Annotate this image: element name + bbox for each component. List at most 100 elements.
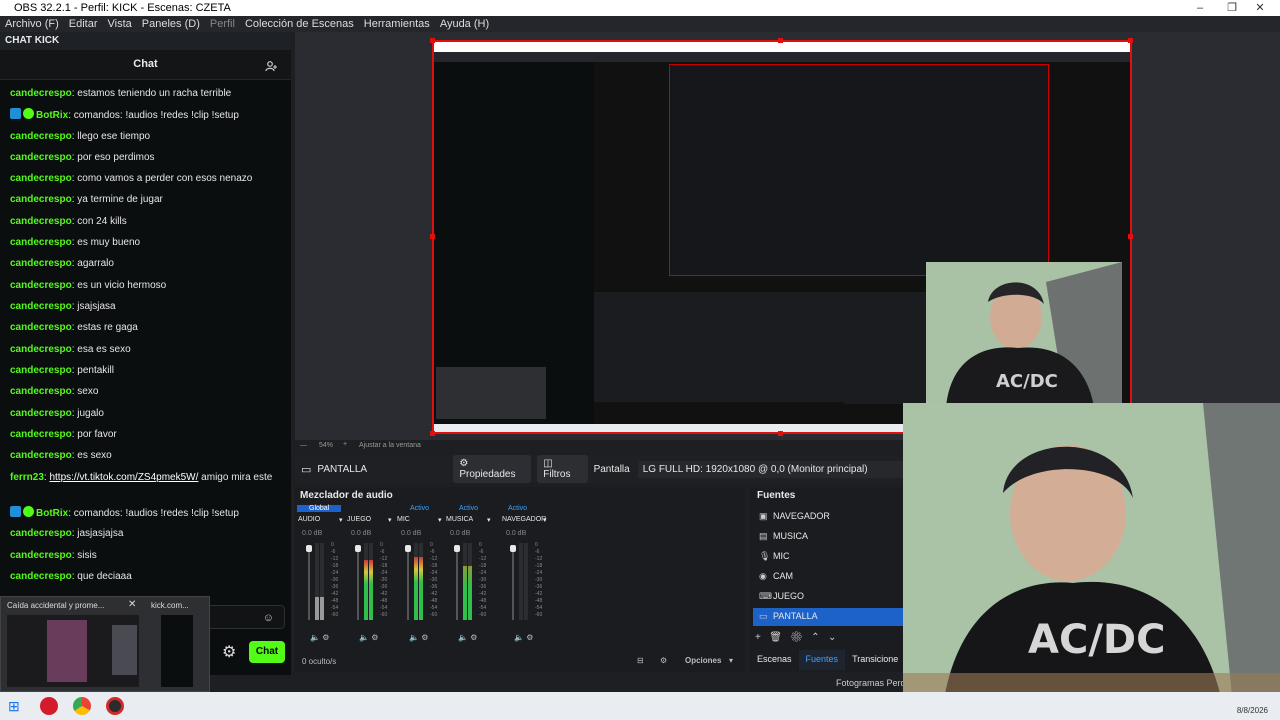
speaker-icon[interactable]: 🔈 xyxy=(359,633,369,642)
zoom-out-icon[interactable]: — xyxy=(300,442,307,449)
channel-name[interactable]: NAVEGADOR xyxy=(502,516,547,523)
source-item[interactable]: ⌨JUEGO xyxy=(753,588,903,606)
add-icon[interactable]: + xyxy=(755,632,761,643)
menu-ayuda[interactable]: Ayuda (H) xyxy=(435,18,494,30)
media-player-icon[interactable] xyxy=(40,697,58,715)
chat-username[interactable]: candecrespo xyxy=(10,386,72,397)
resize-handle[interactable] xyxy=(1128,234,1133,239)
chat-username[interactable]: candecrespo xyxy=(10,194,72,205)
mixer-tab-active[interactable]: Activo xyxy=(508,505,527,512)
chat-username[interactable]: candecrespo xyxy=(10,173,72,184)
volume-slider-track[interactable] xyxy=(512,545,514,620)
kick-tab-title[interactable]: kick.com... xyxy=(151,601,189,610)
source-item[interactable]: 🎙 MIC xyxy=(753,548,903,566)
users-icon[interactable] xyxy=(265,60,277,72)
chat-username[interactable]: candecrespo xyxy=(10,88,72,99)
speaker-icon[interactable]: 🔈 xyxy=(458,633,468,642)
volume-slider-knob[interactable] xyxy=(405,545,411,552)
channel-name[interactable]: MUSICA xyxy=(446,516,491,523)
resize-handle[interactable] xyxy=(430,431,435,436)
chat-username[interactable]: candecrespo xyxy=(10,258,72,269)
browser-tab-title[interactable]: Caída accidental y prome... xyxy=(7,601,142,610)
channel-name[interactable]: JUEGO xyxy=(347,516,392,523)
chat-link[interactable]: https://vt.tiktok.com/ZS4pmek5W/ xyxy=(49,472,198,483)
resize-handle[interactable] xyxy=(1128,38,1133,43)
close-button[interactable]: ✕ xyxy=(1240,0,1280,16)
mixer-tab-active[interactable]: Activo xyxy=(459,505,478,512)
speaker-icon[interactable]: 🔈 xyxy=(514,633,524,642)
tab-transiciones[interactable]: Transicione xyxy=(845,650,905,670)
chat-settings-gear-icon[interactable]: ⚙ xyxy=(222,642,236,662)
chat-message-list[interactable]: candecrespo: estamos teniendo un racha t… xyxy=(0,86,291,626)
volume-slider-track[interactable] xyxy=(407,545,409,620)
chat-username[interactable]: candecrespo xyxy=(10,550,72,561)
advanced-audio-icon[interactable]: ⚙ xyxy=(660,656,667,665)
kick-thumbnail[interactable] xyxy=(161,615,193,687)
volume-slider-knob[interactable] xyxy=(454,545,460,552)
gear-icon[interactable]: ⚙ xyxy=(790,632,803,643)
properties-button[interactable]: ⚙ Propiedades xyxy=(453,455,532,483)
chrome-icon[interactable] xyxy=(73,697,91,715)
chat-username[interactable]: ferrn23 xyxy=(10,472,44,483)
fit-window-button[interactable]: Ajustar a la ventana xyxy=(359,442,421,449)
windows-start-icon[interactable]: ⊞ xyxy=(8,697,26,715)
chat-username[interactable]: BotRix xyxy=(36,110,68,121)
browser-thumbnail[interactable] xyxy=(7,615,139,687)
chevron-down-icon[interactable]: ▾ xyxy=(339,516,343,524)
resize-handle[interactable] xyxy=(430,38,435,43)
chat-username[interactable]: candecrespo xyxy=(10,528,72,539)
chat-username[interactable]: candecrespo xyxy=(10,408,72,419)
menu-herramientas[interactable]: Herramientas xyxy=(359,18,435,30)
speaker-icon[interactable]: 🔈 xyxy=(409,633,419,642)
chat-username[interactable]: BotRix xyxy=(36,508,68,519)
zoom-in-icon[interactable]: + xyxy=(343,441,347,448)
volume-slider-knob[interactable] xyxy=(510,545,516,552)
channel-settings-icon[interactable]: ⚙ xyxy=(526,633,533,642)
resize-handle[interactable] xyxy=(778,431,783,436)
channel-settings-icon[interactable]: ⚙ xyxy=(322,633,329,642)
move-down-icon[interactable]: ⌄ xyxy=(828,632,836,643)
chat-username[interactable]: candecrespo xyxy=(10,301,72,312)
chat-username[interactable]: candecrespo xyxy=(10,322,72,333)
tab-escenas[interactable]: Escenas xyxy=(750,650,799,670)
menu-vista[interactable]: Vista xyxy=(103,18,137,30)
channel-settings-icon[interactable]: ⚙ xyxy=(470,633,477,642)
chat-username[interactable]: candecrespo xyxy=(10,280,72,291)
speaker-icon[interactable]: 🔈 xyxy=(310,633,320,642)
taskbar-thumbnail-popup[interactable]: Caída accidental y prome... ✕ kick.com..… xyxy=(0,596,210,692)
chat-username[interactable]: candecrespo xyxy=(10,344,72,355)
resize-handle[interactable] xyxy=(430,234,435,239)
chat-send-button[interactable]: Chat xyxy=(249,641,285,663)
chevron-down-icon[interactable]: ▾ xyxy=(543,516,547,524)
menu-perfil[interactable]: Perfil xyxy=(205,18,240,30)
source-item[interactable]: ▭ PANTALLA xyxy=(753,608,903,626)
chat-username[interactable]: candecrespo xyxy=(10,216,72,227)
chat-username[interactable]: candecrespo xyxy=(10,365,72,376)
menu-paneles[interactable]: Paneles (D) xyxy=(137,18,205,30)
volume-slider-track[interactable] xyxy=(357,545,359,620)
source-item[interactable]: ▣ NAVEGADOR xyxy=(753,508,903,526)
chat-username[interactable]: candecrespo xyxy=(10,571,72,582)
emoji-icon[interactable]: ☺ xyxy=(263,612,274,624)
menu-coleccion[interactable]: Colección de Escenas xyxy=(240,18,359,30)
chat-username[interactable]: candecrespo xyxy=(10,429,72,440)
menu-archivo[interactable]: Archivo (F) xyxy=(0,18,64,30)
tab-fuentes[interactable]: Fuentes xyxy=(798,650,846,670)
chevron-down-icon[interactable]: ▾ xyxy=(729,656,733,665)
volume-slider-track[interactable] xyxy=(308,545,310,620)
channel-name[interactable]: MIC xyxy=(397,516,442,523)
chat-username[interactable]: candecrespo xyxy=(10,450,72,461)
chat-username[interactable]: candecrespo xyxy=(10,152,72,163)
mixer-tab-global[interactable]: Global xyxy=(297,505,342,512)
volume-slider-knob[interactable] xyxy=(355,545,361,552)
source-item[interactable]: ▤ MUSICA xyxy=(753,528,903,546)
source-item[interactable]: ◉ CAM xyxy=(753,568,903,586)
menu-editar[interactable]: Editar xyxy=(64,18,103,30)
volume-slider-track[interactable] xyxy=(456,545,458,620)
mixer-options-button[interactable]: Opciones xyxy=(685,656,721,665)
chat-username[interactable]: candecrespo xyxy=(10,237,72,248)
volume-slider-knob[interactable] xyxy=(306,545,312,552)
obs-icon[interactable] xyxy=(106,697,124,715)
mixer-tab-active[interactable]: Activo xyxy=(410,505,429,512)
display-select[interactable]: LG FULL HD: 1920x1080 @ 0,0 (Monitor pri… xyxy=(637,460,905,478)
